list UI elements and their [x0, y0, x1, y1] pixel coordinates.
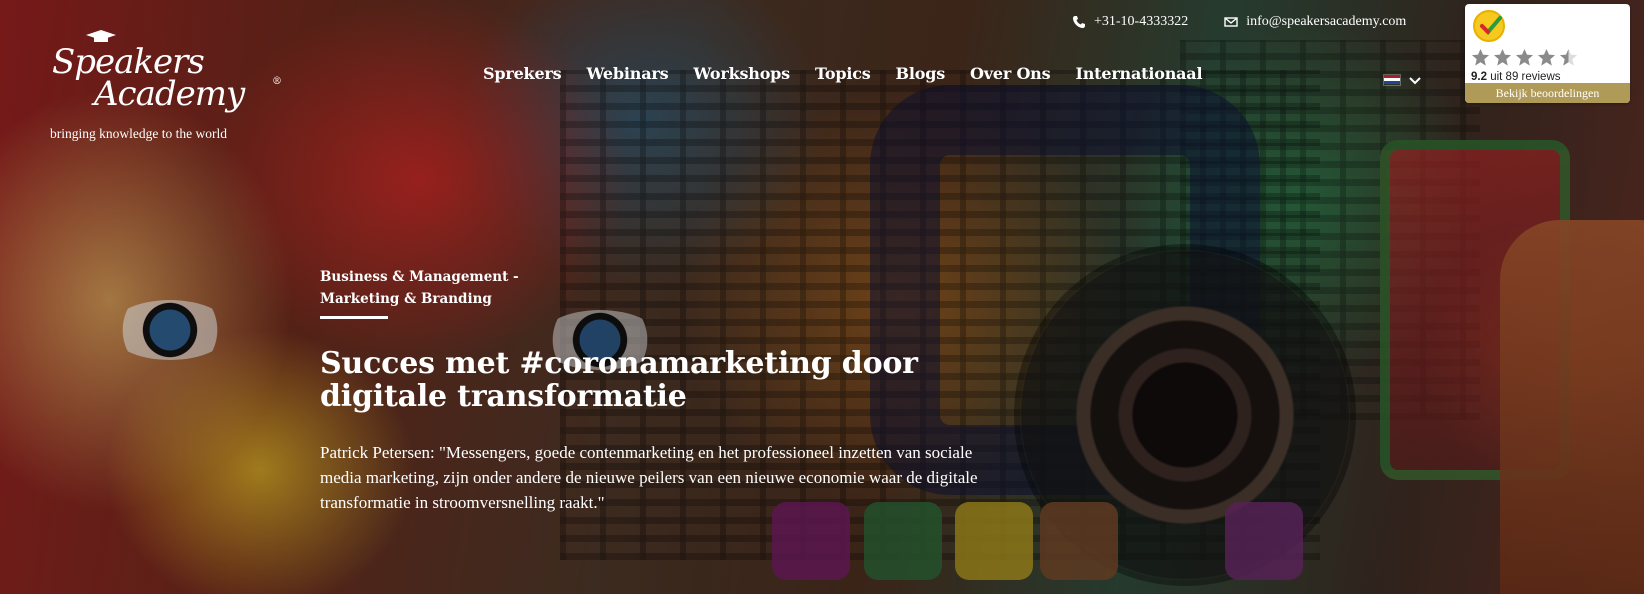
nav-item-over-ons[interactable]: Over Ons [970, 64, 1051, 83]
reviews-count-text: uit 89 reviews [1490, 71, 1561, 83]
article-title: Succes met #coronamarketing door digital… [320, 346, 918, 414]
view-reviews-button[interactable]: Bekijk beoordelingen [1465, 83, 1630, 103]
nav-item-internationaal[interactable]: Internationaal [1075, 64, 1202, 83]
article-category[interactable]: Business & Management - Marketing & Bran… [320, 266, 1000, 310]
nav-item-topics[interactable]: Topics [815, 64, 871, 83]
chevron-down-icon [1409, 70, 1421, 89]
category-underline [320, 316, 388, 319]
registered-mark: ® [272, 76, 282, 87]
nav-item-blogs[interactable]: Blogs [896, 64, 946, 83]
star-icon [1559, 48, 1578, 66]
site-logo[interactable]: Speakers Academy ® bringing knowledge to… [50, 30, 282, 142]
category-line-2: Marketing & Branding [320, 291, 492, 307]
nav-item-workshops[interactable]: Workshops [693, 64, 790, 83]
star-icon [1471, 48, 1490, 66]
nav-item-webinars[interactable]: Webinars [586, 64, 668, 83]
email-address: info@speakersacademy.com [1246, 14, 1407, 29]
kiyoh-checkmark-icon [1473, 10, 1505, 42]
article-description: Patrick Petersen: "Messengers, goede con… [320, 443, 978, 512]
logo-word-academy: Academy [94, 74, 245, 114]
star-icon [1515, 48, 1534, 66]
category-line-1: Business & Management - [320, 269, 519, 285]
rating-stars [1471, 48, 1578, 67]
phone-number: +31-10-4333322 [1094, 14, 1189, 29]
hero-content: Business & Management - Marketing & Bran… [320, 266, 1000, 515]
nav-item-sprekers[interactable]: Sprekers [483, 64, 562, 83]
review-score: 9.2 uit 89 reviews [1471, 71, 1561, 83]
score-value: 9.2 [1471, 71, 1487, 83]
envelope-icon [1224, 17, 1238, 27]
language-selector[interactable] [1383, 70, 1421, 89]
netherlands-flag-icon [1383, 73, 1401, 86]
star-icon [1537, 48, 1556, 66]
phone-icon [1073, 16, 1085, 28]
review-widget[interactable]: 9.2 uit 89 reviews Bekijk beoordelingen [1465, 4, 1630, 103]
contact-bar: +31-10-4333322 info@speakersacademy.com [1072, 14, 1406, 30]
email-link[interactable]: info@speakersacademy.com [1224, 14, 1406, 30]
logo-tagline: bringing knowledge to the world [50, 126, 227, 141]
phone-link[interactable]: +31-10-4333322 [1072, 14, 1188, 30]
star-icon [1493, 48, 1512, 66]
logo-wordmark: Speakers Academy ® [50, 30, 282, 120]
main-navigation: Sprekers Webinars Workshops Topics Blogs… [483, 64, 1203, 83]
